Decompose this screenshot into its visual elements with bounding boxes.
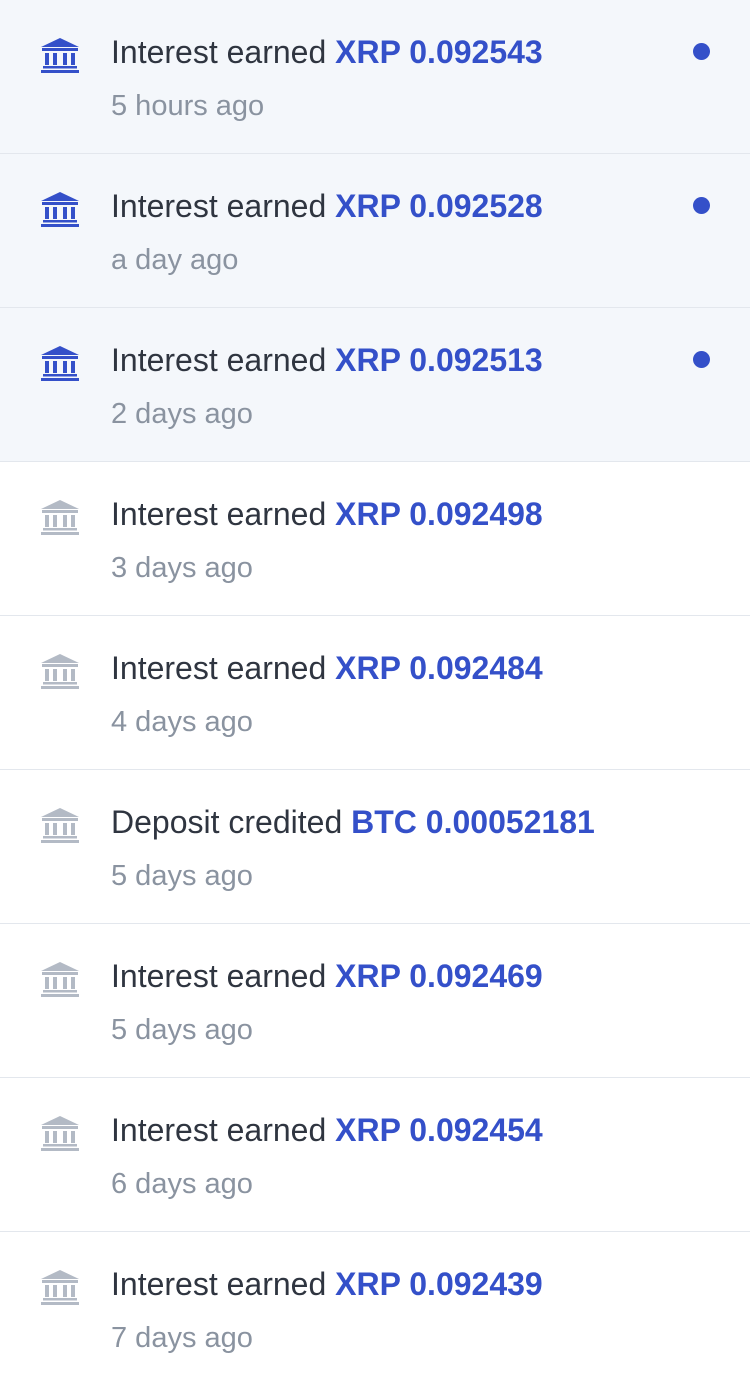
notification-text: Interest earned [111, 188, 327, 224]
notification-item[interactable]: Interest earned XRP 0.092454 6 days ago [0, 1078, 750, 1232]
notification-time: 5 hours ago [111, 90, 265, 122]
notification-item[interactable]: Interest earned XRP 0.092498 3 days ago [0, 462, 750, 616]
notification-amount: XRP 0.092469 [335, 958, 543, 994]
notification-amount: XRP 0.092543 [335, 34, 543, 70]
notification-title: Interest earned XRP 0.092484 [111, 646, 543, 690]
bank-icon [40, 191, 80, 227]
notification-text: Interest earned [111, 1266, 327, 1302]
notification-title: Interest earned XRP 0.092528 [111, 184, 543, 228]
notification-time: 3 days ago [111, 552, 253, 584]
notification-time: 5 days ago [111, 1014, 253, 1046]
notification-time: 6 days ago [111, 1168, 253, 1200]
notification-title: Interest earned XRP 0.092454 [111, 1108, 543, 1152]
bank-icon [40, 807, 80, 843]
notification-title: Interest earned XRP 0.092439 [111, 1262, 543, 1306]
notification-time: 5 days ago [111, 860, 253, 892]
notification-amount: BTC 0.00052181 [351, 804, 595, 840]
notification-amount: XRP 0.092484 [335, 650, 543, 686]
notification-item[interactable]: Interest earned XRP 0.092528 a day ago [0, 154, 750, 308]
notification-time: 4 days ago [111, 706, 253, 738]
notification-text: Interest earned [111, 650, 327, 686]
notification-item[interactable]: Interest earned XRP 0.092513 2 days ago [0, 308, 750, 462]
notification-time: 2 days ago [111, 398, 253, 430]
notification-text: Interest earned [111, 496, 327, 532]
notification-title: Deposit credited BTC 0.00052181 [111, 800, 595, 844]
notification-time: 7 days ago [111, 1322, 253, 1354]
unread-indicator-dot [693, 43, 710, 60]
notification-item[interactable]: Interest earned XRP 0.092439 7 days ago [0, 1232, 750, 1386]
bank-icon [40, 499, 80, 535]
notification-title: Interest earned XRP 0.092498 [111, 492, 543, 536]
bank-icon [40, 961, 80, 997]
notification-title: Interest earned XRP 0.092513 [111, 338, 543, 382]
unread-indicator-dot [693, 197, 710, 214]
bank-icon [40, 653, 80, 689]
unread-indicator-dot [693, 351, 710, 368]
notification-text: Interest earned [111, 342, 327, 378]
notification-amount: XRP 0.092513 [335, 342, 543, 378]
notification-title: Interest earned XRP 0.092469 [111, 954, 543, 998]
bank-icon [40, 345, 80, 381]
bank-icon [40, 37, 80, 73]
notification-title: Interest earned XRP 0.092543 [111, 30, 543, 74]
notification-amount: XRP 0.092528 [335, 188, 543, 224]
notification-text: Interest earned [111, 958, 327, 994]
bank-icon [40, 1269, 80, 1305]
notification-item[interactable]: Deposit credited BTC 0.00052181 5 days a… [0, 770, 750, 924]
notification-item[interactable]: Interest earned XRP 0.092484 4 days ago [0, 616, 750, 770]
notification-text: Interest earned [111, 34, 327, 70]
notification-time: a day ago [111, 244, 239, 276]
bank-icon [40, 1115, 80, 1151]
notification-text: Deposit credited [111, 804, 343, 840]
notification-item[interactable]: Interest earned XRP 0.092543 5 hours ago [0, 0, 750, 154]
notification-list: Interest earned XRP 0.092543 5 hours ago… [0, 0, 750, 1386]
notification-amount: XRP 0.092498 [335, 496, 543, 532]
notification-amount: XRP 0.092454 [335, 1112, 543, 1148]
notification-text: Interest earned [111, 1112, 327, 1148]
notification-amount: XRP 0.092439 [335, 1266, 543, 1302]
notification-item[interactable]: Interest earned XRP 0.092469 5 days ago [0, 924, 750, 1078]
